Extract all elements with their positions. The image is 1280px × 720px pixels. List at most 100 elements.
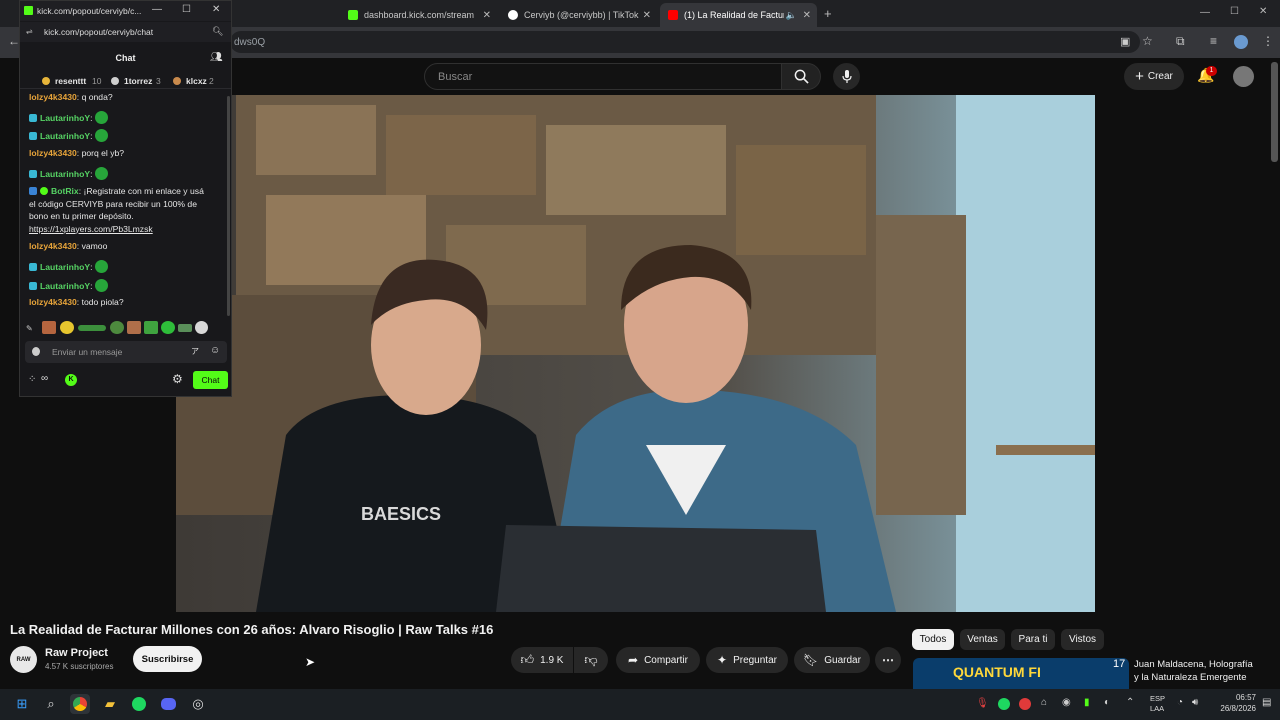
address-bar[interactable]: dws0Q <box>230 31 1140 53</box>
chat-username[interactable]: LautarinhoY <box>40 262 90 272</box>
chip-todos[interactable]: Todos <box>912 629 954 650</box>
volume-icon[interactable]: 🔊︎ <box>1192 697 1198 708</box>
extensions-icon[interactable]: ⧉ <box>1176 34 1185 49</box>
like-button[interactable]: 👍︎ 1.9 K <box>511 647 573 673</box>
emote-icon[interactable] <box>178 324 192 332</box>
emote-icon[interactable] <box>161 321 175 334</box>
tray-icon[interactable] <box>1019 698 1031 710</box>
emote-icon[interactable] <box>144 321 158 334</box>
discord-icon[interactable] <box>158 694 178 714</box>
language-indicator[interactable]: ESP <box>1150 694 1165 703</box>
emote-icon[interactable] <box>94 129 108 142</box>
emote-icon[interactable] <box>195 321 208 334</box>
emoji-icon[interactable]: ☺ <box>210 345 220 356</box>
minimize-icon[interactable]: — <box>1200 7 1210 18</box>
notification-center-icon[interactable]: ▤ <box>1262 697 1271 708</box>
ask-button[interactable]: ✦ Preguntar <box>706 647 788 673</box>
users-icon[interactable]: 👥︎ <box>210 52 223 63</box>
channel-name[interactable]: Raw Project <box>45 647 108 659</box>
maximize-icon[interactable]: ☐ <box>182 4 191 15</box>
search-icon[interactable]: ⌕ <box>41 694 61 714</box>
chip-para-ti[interactable]: Para ti <box>1011 629 1055 650</box>
chrome-icon[interactable] <box>70 694 90 714</box>
save-button[interactable]: 🔖︎ Guardar <box>794 647 870 673</box>
account-avatar[interactable] <box>1233 66 1254 87</box>
chat-scrollbar[interactable] <box>227 96 230 316</box>
channel-points-icon[interactable]: ⁘ <box>28 374 36 385</box>
cast-icon[interactable]: ▣ <box>1120 35 1130 48</box>
search-input[interactable]: Buscar <box>424 63 782 90</box>
app-icon[interactable]: ◎ <box>188 694 208 714</box>
pen-icon[interactable]: ✎ <box>26 324 33 333</box>
subscribe-button[interactable]: Suscribirse <box>133 646 202 672</box>
emote-icon[interactable] <box>42 321 56 334</box>
emote-icon[interactable] <box>110 321 124 334</box>
chat-username[interactable]: BotRix <box>51 186 79 196</box>
search-button[interactable] <box>781 63 821 90</box>
close-window-icon[interactable]: ✕ <box>1259 6 1267 17</box>
chat-username[interactable]: LautarinhoY <box>40 281 90 291</box>
clock-time[interactable]: 06:57 <box>1212 693 1256 702</box>
tab-kick-dashboard[interactable]: dashboard.kick.com/stream ✕ <box>340 3 497 27</box>
recommendation-thumbnail[interactable]: QUANTUM FI 17 <box>913 658 1129 689</box>
emote-icon[interactable] <box>78 325 106 331</box>
dislike-button[interactable]: 👎︎ <box>574 647 608 673</box>
chat-username[interactable]: lolzy4k3430 <box>29 148 77 158</box>
botrix-link[interactable]: https://1xplayers.com/Pb3Lmzsk <box>29 224 153 234</box>
discord-tray-icon[interactable]: ◐ <box>1104 697 1110 708</box>
chat-input[interactable]: Enviar un mensaje ア ☺ <box>25 341 227 363</box>
site-info-icon[interactable]: ⇌ <box>26 27 33 36</box>
mic-muted-icon[interactable]: 🎙︎ <box>976 698 989 709</box>
chip-ventas[interactable]: Ventas <box>960 629 1005 650</box>
translate-icon[interactable]: ア <box>191 346 199 357</box>
tray-icon[interactable]: ⌂ <box>1041 697 1047 708</box>
more-actions-button[interactable]: ⋯ <box>875 647 901 673</box>
chip-vistos[interactable]: Vistos <box>1061 629 1104 650</box>
close-icon[interactable]: ✕ <box>483 10 491 21</box>
tab-youtube[interactable]: (1) La Realidad de Facturar M 🔈 ✕ <box>660 3 817 27</box>
emote-icon[interactable] <box>60 321 74 334</box>
video-player[interactable]: BAESICS <box>176 95 1095 612</box>
spotify-icon[interactable] <box>129 694 149 714</box>
chat-username[interactable]: lolzy4k3430 <box>29 297 77 307</box>
close-icon[interactable]: ✕ <box>643 10 651 21</box>
chat-username[interactable]: LautarinhoY <box>40 131 90 141</box>
steam-icon[interactable]: ◉ <box>1062 697 1071 708</box>
zoom-icon[interactable]: 🔍︎ <box>212 26 223 37</box>
emote-icon[interactable] <box>94 260 108 273</box>
chat-username[interactable]: lolzy4k3430 <box>29 241 77 251</box>
chat-username[interactable]: LautarinhoY <box>40 169 90 179</box>
page-scrollbar[interactable] <box>1271 62 1278 162</box>
share-button[interactable]: ➦ Compartir <box>616 647 700 673</box>
voice-search-button[interactable] <box>833 63 860 90</box>
tray-icon[interactable]: ▮ <box>1084 697 1090 708</box>
settings-gear-icon[interactable]: ⚙ <box>172 372 183 386</box>
emote-icon[interactable] <box>94 167 108 180</box>
maximize-icon[interactable]: ☐ <box>1230 6 1239 17</box>
recommendation-title[interactable]: Juan Maldacena, Holografía y la Naturale… <box>1134 658 1260 686</box>
emote-icon[interactable] <box>94 111 108 124</box>
tab-tiktok[interactable]: Cerviyb (@cerviybb) | TikTok ✕ <box>500 3 657 27</box>
chevron-up-icon[interactable]: ⌃ <box>1126 697 1134 708</box>
chat-username[interactable]: LautarinhoY <box>40 113 90 123</box>
file-explorer-icon[interactable]: ▰ <box>100 694 120 714</box>
close-icon[interactable]: ✕ <box>212 4 220 15</box>
media-control-icon[interactable]: ≡ <box>1210 34 1217 48</box>
emote-icon[interactable] <box>94 279 108 292</box>
kick-k-icon[interactable]: K <box>65 374 77 386</box>
emote-icon[interactable] <box>127 321 141 334</box>
bookmark-star-icon[interactable]: ☆ <box>1142 34 1153 48</box>
browser-menu-icon[interactable]: ⋮ <box>1262 34 1274 48</box>
windows-start-icon[interactable]: ⊞ <box>12 694 32 714</box>
minimize-icon[interactable]: — <box>152 4 162 15</box>
channel-avatar[interactable]: RAW <box>10 646 37 673</box>
close-icon[interactable]: ✕ <box>803 10 811 21</box>
wifi-icon[interactable]: ◔ <box>1177 697 1183 708</box>
spotify-tray-icon[interactable] <box>998 698 1010 710</box>
speaker-icon[interactable]: 🔈 <box>786 10 797 21</box>
new-tab-button[interactable]: + <box>824 6 832 21</box>
profile-avatar[interactable] <box>1234 35 1248 49</box>
chat-username[interactable]: lolzy4k3430 <box>29 92 77 102</box>
create-button[interactable]: + Crear <box>1124 63 1184 90</box>
send-chat-button[interactable]: Chat <box>193 371 228 389</box>
